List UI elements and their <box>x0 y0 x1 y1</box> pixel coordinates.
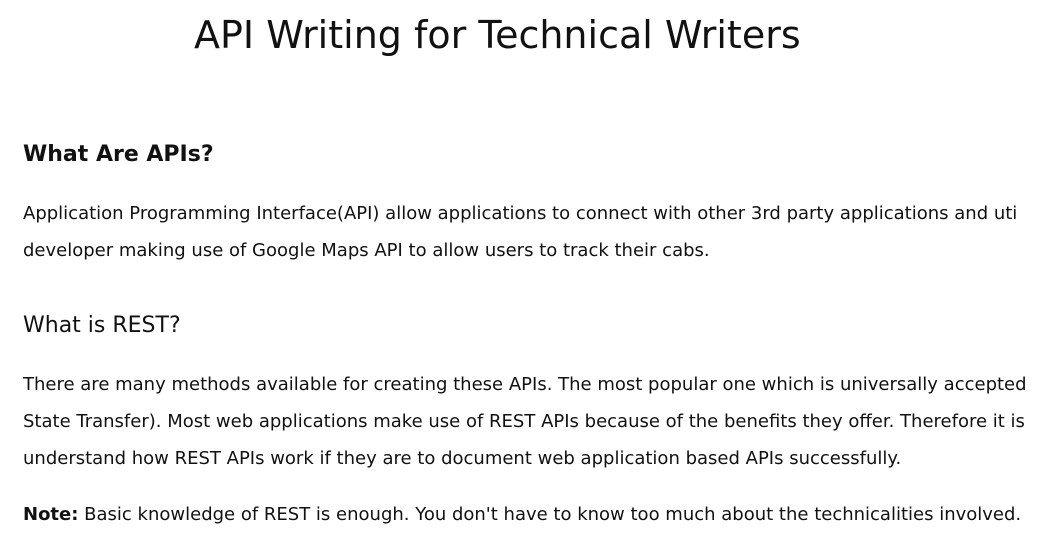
section-heading-what-are-apis: What Are APIs? <box>23 142 214 167</box>
note-paragraph: Note: Basic knowledge of REST is enough.… <box>23 496 1021 533</box>
paragraph-line: State Transfer). Most web applications m… <box>23 411 1025 432</box>
paragraph-line: There are many methods available for cre… <box>23 374 1027 395</box>
paragraph-line: developer making use of Google Maps API … <box>23 240 710 261</box>
note-label: Note: <box>23 504 79 525</box>
paragraph-apis-description: Application Programming Interface(API) a… <box>23 195 1017 269</box>
paragraph-rest-description: There are many methods available for cre… <box>23 366 1027 477</box>
section-heading-what-is-rest: What is REST? <box>23 313 181 338</box>
document-page: API Writing for Technical Writers What A… <box>0 0 1059 559</box>
note-text: Basic knowledge of REST is enough. You d… <box>78 504 1022 525</box>
paragraph-line: understand how REST APIs work if they ar… <box>23 448 902 469</box>
page-title: API Writing for Technical Writers <box>194 13 801 57</box>
paragraph-line: Application Programming Interface(API) a… <box>23 203 1018 224</box>
